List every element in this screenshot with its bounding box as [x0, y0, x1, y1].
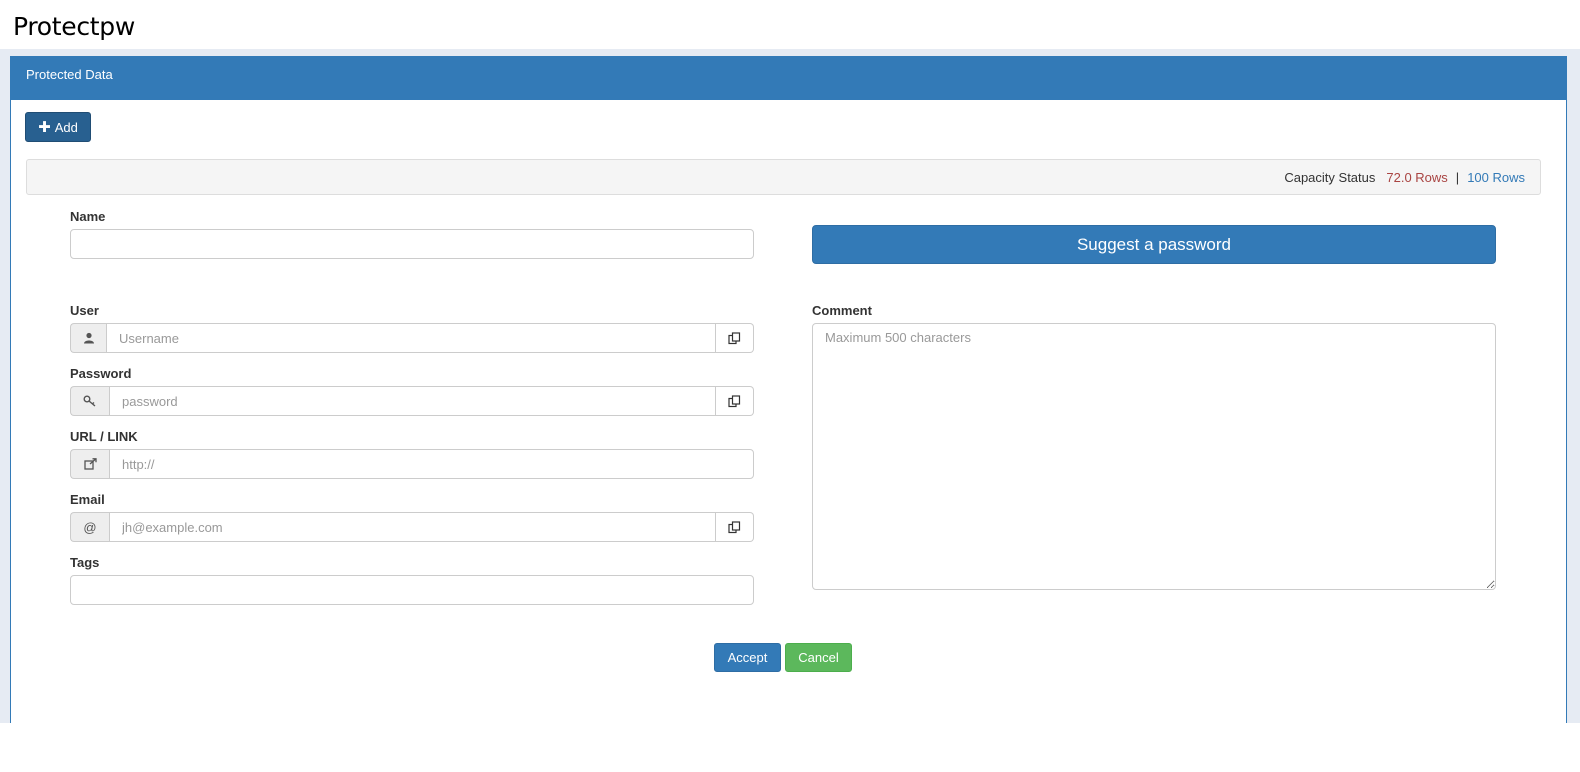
url-label: URL / LINK	[70, 429, 138, 444]
copy-password-button[interactable]	[716, 386, 754, 416]
capacity-separator: |	[1455, 169, 1460, 185]
copy-icon	[728, 520, 741, 534]
capacity-status-label: Capacity Status	[1284, 169, 1376, 185]
comment-label: Comment	[812, 303, 872, 318]
email-input[interactable]	[109, 512, 716, 542]
name-input[interactable]	[70, 229, 754, 259]
add-button-label: Add	[54, 119, 78, 135]
url-input-group	[70, 449, 754, 479]
password-input[interactable]	[109, 386, 716, 416]
accept-button[interactable]: Accept	[714, 643, 781, 672]
copy-email-button[interactable]	[716, 512, 754, 542]
protected-data-panel: Protected Data ✚ Add Capacity Status 72.…	[10, 56, 1567, 723]
name-label: Name	[70, 209, 106, 224]
capacity-used: 72.0 Rows	[1386, 169, 1448, 185]
external-link-icon	[70, 449, 109, 479]
capacity-total: 100 Rows	[1467, 169, 1525, 185]
copy-icon	[728, 394, 741, 408]
cancel-button[interactable]: Cancel	[785, 643, 852, 672]
tags-input[interactable]	[70, 575, 754, 605]
username-input[interactable]	[106, 323, 716, 353]
password-input-group	[70, 386, 754, 416]
suggest-password-button[interactable]: Suggest a password	[812, 225, 1496, 264]
copy-icon	[728, 331, 741, 345]
password-label: Password	[70, 366, 132, 381]
email-label: Email	[70, 492, 105, 507]
email-input-group: @	[70, 512, 754, 542]
capacity-status-bar: Capacity Status 72.0 Rows | 100 Rows	[26, 159, 1541, 195]
comment-textarea[interactable]	[812, 323, 1496, 590]
app-title: Protectpw	[13, 12, 136, 41]
user-icon	[70, 323, 106, 353]
plus-icon: ✚	[38, 118, 51, 136]
key-icon	[70, 386, 109, 416]
copy-user-button[interactable]	[716, 323, 754, 353]
at-icon: @	[70, 512, 109, 542]
tags-label: Tags	[70, 555, 100, 570]
add-button[interactable]: ✚ Add	[25, 112, 91, 142]
user-input-group	[70, 323, 754, 353]
url-input[interactable]	[109, 449, 754, 479]
panel-heading: Protected Data	[11, 57, 1566, 100]
user-label: User	[70, 303, 99, 318]
